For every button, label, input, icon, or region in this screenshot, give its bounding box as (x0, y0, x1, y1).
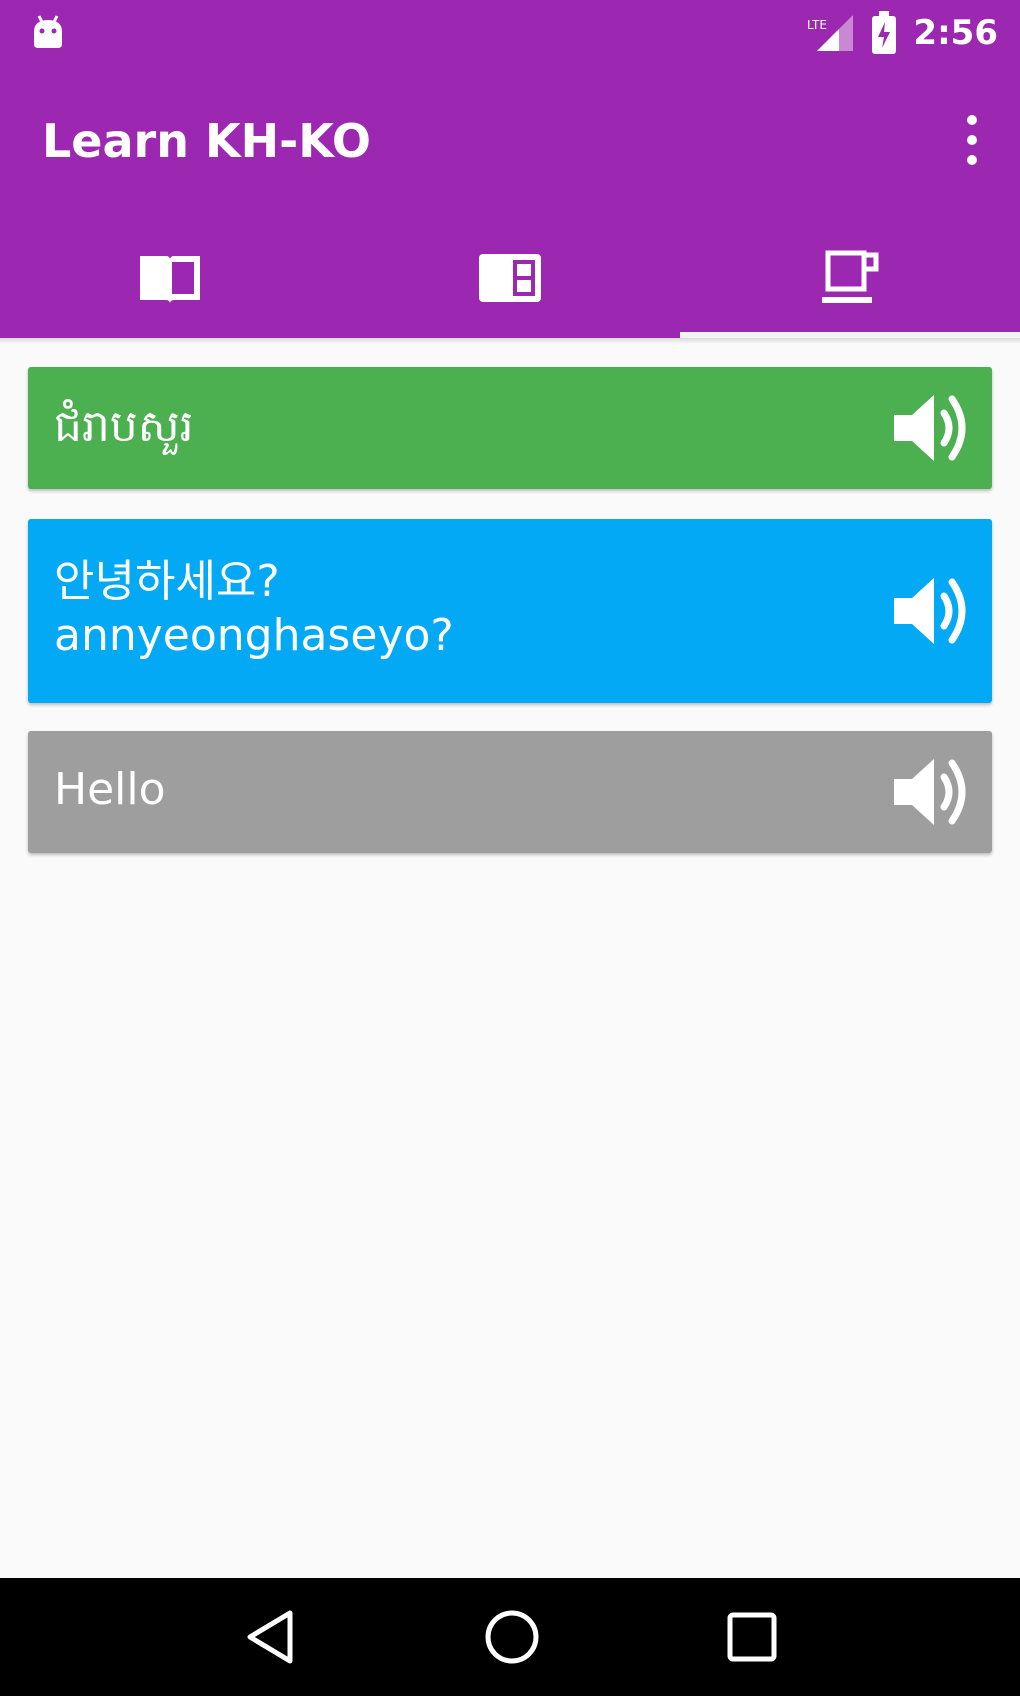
tab-coffee[interactable] (680, 218, 1020, 338)
tab-bar (0, 218, 1020, 338)
navigation-bar (0, 1578, 1020, 1696)
app-bar: Learn KH-KO (0, 66, 1020, 218)
book-icon (140, 256, 200, 304)
tab-shadow (0, 338, 1020, 344)
tab-book[interactable] (0, 218, 340, 338)
signal-icon: LTE (807, 15, 854, 51)
status-bar: LTE 2:56 (0, 0, 1020, 66)
android-icon (34, 15, 62, 48)
khmer-text: ជំរាបសួរ (54, 401, 194, 452)
english-card[interactable]: Hello (28, 731, 992, 853)
flashcard-icon (479, 254, 541, 302)
speaker-icon[interactable] (890, 387, 980, 469)
app-title: Learn KH-KO (42, 114, 371, 168)
svg-text:LTE: LTE (807, 18, 827, 32)
khmer-card[interactable]: ជំរាបសួរ (28, 367, 992, 489)
tab-flashcard[interactable] (340, 218, 680, 338)
battery-icon (872, 11, 897, 54)
home-icon[interactable] (482, 1607, 542, 1667)
korean-card[interactable]: 안녕하세요? annyeonghaseyo? (28, 519, 992, 703)
coffee-cup-icon (822, 250, 879, 303)
back-icon[interactable] (242, 1607, 298, 1667)
overflow-menu-icon[interactable] (960, 110, 984, 170)
korean-romanization: annyeonghaseyo? (54, 610, 454, 661)
korean-text: 안녕하세요? (54, 556, 280, 607)
status-time: 2:56 (913, 13, 998, 53)
speaker-icon[interactable] (890, 751, 980, 833)
english-text: Hello (54, 764, 166, 815)
recents-icon[interactable] (726, 1611, 778, 1663)
speaker-icon[interactable] (890, 570, 980, 652)
